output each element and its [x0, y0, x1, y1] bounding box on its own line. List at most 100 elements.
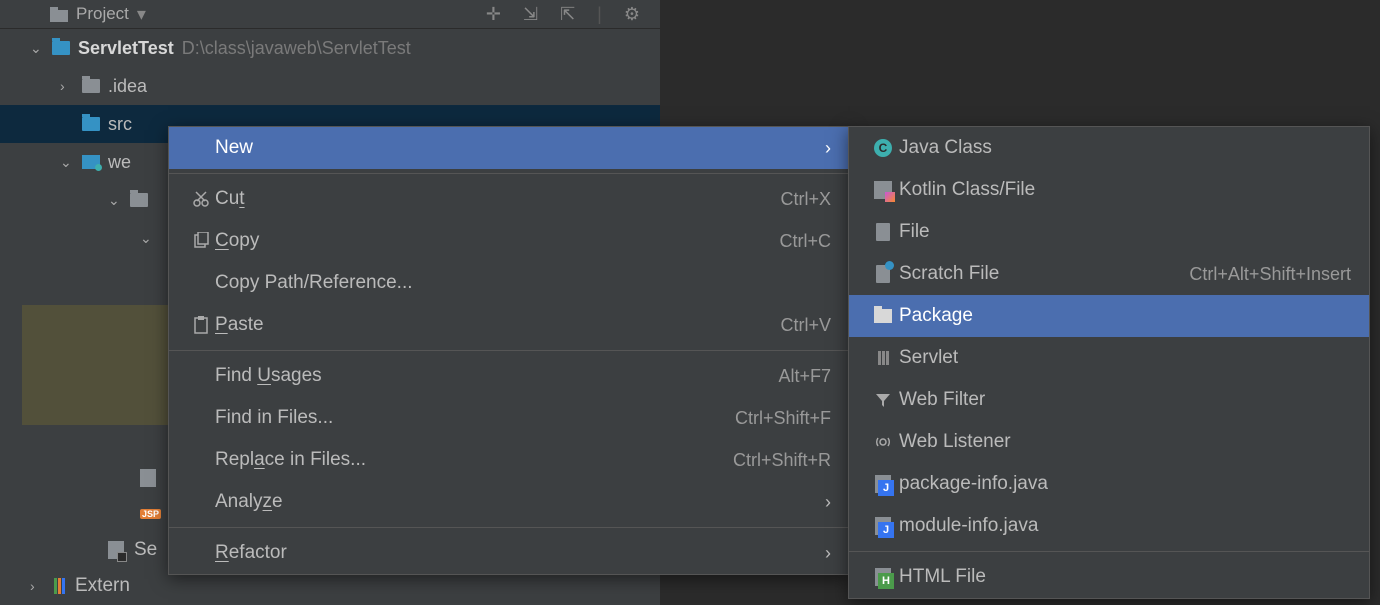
menu-item-find-in-files-[interactable]: Find in Files... Ctrl+Shift+F [169, 397, 849, 439]
editor-highlight [22, 305, 172, 425]
menu-item-analyze[interactable]: Analyze › [169, 481, 849, 523]
menu-item-find-usages[interactable]: Find Usages Alt+F7 [169, 355, 849, 397]
menu-label: Scratch File [899, 263, 999, 285]
menu-label: Paste [215, 314, 264, 336]
folder-icon [867, 309, 899, 323]
submenu-item-package[interactable]: Package [849, 295, 1369, 337]
folder-icon [82, 79, 100, 93]
menu-label: Package [899, 305, 973, 327]
j-icon: J [867, 475, 899, 493]
jsp-icon: JSP [140, 509, 161, 519]
root-path: D:\class\javaweb\ServletTest [182, 38, 411, 59]
jsp-file-node[interactable] [30, 460, 161, 496]
j-icon: J [867, 517, 899, 535]
chevron-down-icon: ⌄ [108, 192, 122, 209]
submenu-item-web-filter[interactable]: Web Filter [849, 379, 1369, 421]
menu-label: Cut [215, 188, 245, 210]
chevron-down-icon: ⌄ [30, 40, 44, 57]
chevron-right-icon: › [60, 78, 74, 94]
c-icon: C [867, 139, 899, 157]
submenu-item-web-listener[interactable]: Web Listener [849, 421, 1369, 463]
external-libs-node[interactable]: › Extern [30, 568, 161, 604]
scratch-icon [867, 265, 899, 283]
menu-label: Copy [215, 230, 259, 252]
menu-label: Analyze [215, 491, 283, 513]
servlet-icon [867, 351, 899, 365]
divider: | [597, 4, 602, 25]
shortcut: Ctrl+X [780, 189, 831, 210]
chevron-right-icon: › [825, 492, 831, 513]
locate-icon[interactable]: ✛ [486, 4, 501, 25]
shortcut: Ctrl+C [779, 231, 831, 252]
paste-icon [187, 316, 215, 334]
menu-label: Kotlin Class/File [899, 179, 1035, 201]
node-label: Se [134, 539, 157, 561]
menu-label: Servlet [899, 347, 958, 369]
menu-item-refactor[interactable]: Refactor › [169, 532, 849, 574]
chevron-down-icon: ⌄ [60, 154, 74, 171]
menu-label: New [215, 137, 253, 159]
submenu-item-servlet[interactable]: Servlet [849, 337, 1369, 379]
chevron-right-icon: › [30, 578, 44, 594]
menu-label: Find in Files... [215, 407, 333, 429]
menu-label: Web Filter [899, 389, 985, 411]
shortcut: Alt+F7 [778, 366, 831, 387]
menu-item-copy-path-reference-[interactable]: Copy Path/Reference... [169, 262, 849, 304]
tree-root[interactable]: ⌄ ServletTest D:\class\javaweb\ServletTe… [0, 29, 660, 67]
menu-label: module-info.java [899, 515, 1038, 537]
menu-label: Web Listener [899, 431, 1011, 453]
submenu-item-html-file[interactable]: HHTML File [849, 556, 1369, 598]
shortcut: Ctrl+Shift+R [733, 450, 831, 471]
node-label: we [108, 152, 131, 173]
menu-item-copy[interactable]: Copy Ctrl+C [169, 220, 849, 262]
gear-icon[interactable]: ⚙ [624, 4, 640, 25]
node-label: .idea [108, 76, 147, 97]
k-icon [867, 181, 899, 199]
menu-label: Replace in Files... [215, 449, 366, 471]
root-name: ServletTest [78, 38, 174, 59]
funnel-icon [867, 391, 899, 409]
module-folder-icon [52, 41, 70, 55]
node-label: src [108, 114, 132, 135]
collapse-icon[interactable]: ⇱ [560, 4, 575, 25]
project-icon [50, 6, 68, 22]
project-dropdown[interactable]: Project [76, 4, 129, 24]
menu-item-cut[interactable]: Cut Ctrl+X [169, 178, 849, 220]
file-icon [140, 469, 156, 487]
shortcut: Ctrl+V [780, 315, 831, 336]
submenu-item-kotlin-class-file[interactable]: Kotlin Class/File [849, 169, 1369, 211]
folder-icon [130, 193, 148, 207]
menu-label: package-info.java [899, 473, 1048, 495]
expand-icon[interactable]: ⇲ [523, 4, 538, 25]
submenu-item-java-class[interactable]: CJava Class [849, 127, 1369, 169]
shortcut: Ctrl+Shift+F [735, 408, 831, 429]
tree-node-idea[interactable]: › .idea [0, 67, 660, 105]
submenu-item-scratch-file[interactable]: Scratch File Ctrl+Alt+Shift+Insert [849, 253, 1369, 295]
menu-label: File [899, 221, 930, 243]
menu-label: Copy Path/Reference... [215, 272, 413, 294]
chevron-right-icon: › [825, 138, 831, 159]
chevron-right-icon: › [825, 543, 831, 564]
source-folder-icon [82, 117, 100, 131]
menu-label: Find Usages [215, 365, 322, 387]
submenu-item-file[interactable]: File [849, 211, 1369, 253]
node-label: Extern [75, 575, 130, 597]
submenu-item-module-info-java[interactable]: Jmodule-info.java [849, 505, 1369, 547]
new-submenu: CJava Class Kotlin Class/File File Scratch … [848, 126, 1370, 599]
shortcut: Ctrl+Alt+Shift+Insert [1189, 264, 1351, 285]
h-icon: H [867, 568, 899, 586]
web-folder-icon [82, 155, 100, 169]
menu-item-replace-in-files-[interactable]: Replace in Files... Ctrl+Shift+R [169, 439, 849, 481]
listener-icon [867, 433, 899, 451]
cut-icon [187, 190, 215, 208]
servlet-file-node[interactable]: Se [30, 532, 161, 568]
submenu-item-package-info-java[interactable]: Jpackage-info.java [849, 463, 1369, 505]
menu-label: Java Class [899, 137, 992, 159]
jsp-file-node[interactable]: JSP [30, 496, 161, 532]
project-toolbar: Project ▾ ✛ ⇲ ⇱ | ⚙ [0, 0, 660, 29]
menu-label: HTML File [899, 566, 986, 588]
menu-item-paste[interactable]: Paste Ctrl+V [169, 304, 849, 346]
menu-item-new[interactable]: New › [169, 127, 849, 169]
menu-label: Refactor [215, 542, 287, 564]
chevron-down-icon: ⌄ [140, 230, 154, 247]
